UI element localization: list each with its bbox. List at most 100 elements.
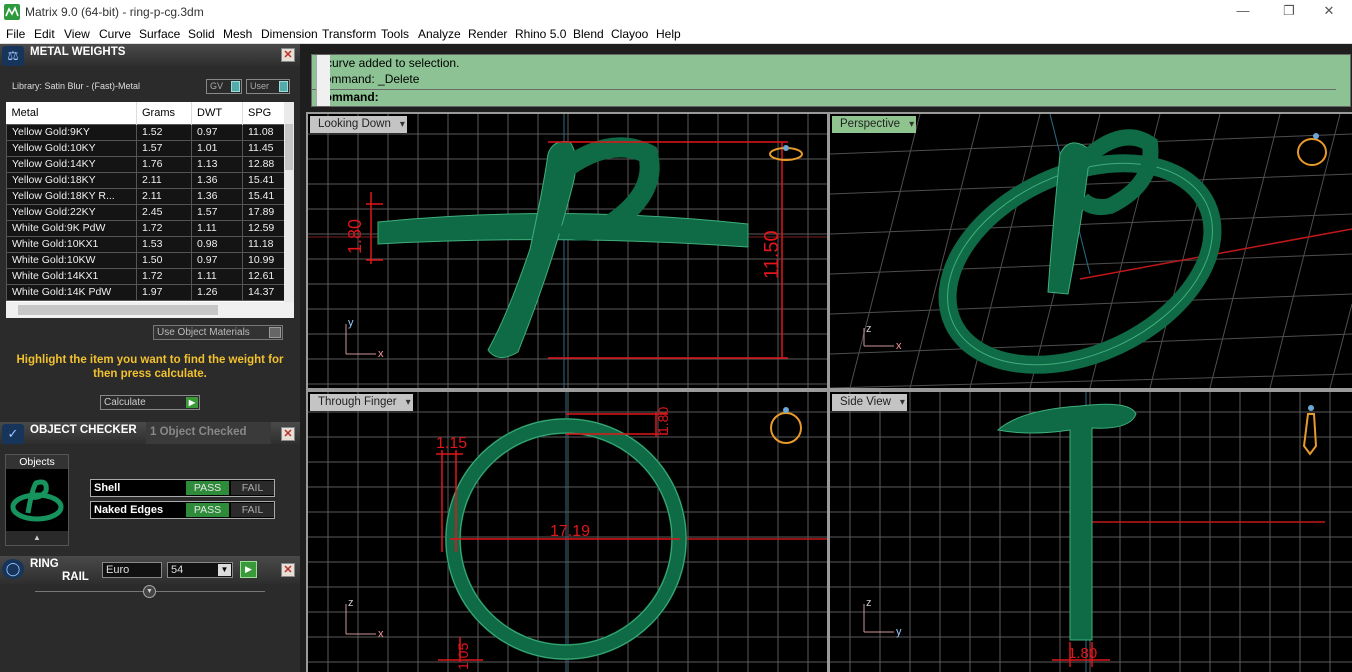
menu-file[interactable]: File (6, 27, 25, 41)
window-title: Matrix 9.0 (64-bit) - ring-p-cg.3dm (25, 5, 204, 19)
table-row[interactable]: Yellow Gold:18KY 2.11 1.36 15.41 (6, 171, 285, 189)
table-cell: 15.41 (242, 187, 285, 205)
ring-rail-slider-knob[interactable]: ▼ (143, 585, 156, 598)
ring-rail-title-1: RING (30, 558, 59, 570)
table-vertical-scrollbar[interactable] (284, 102, 294, 302)
column-header-grams[interactable]: Grams (136, 102, 192, 124)
table-row[interactable]: Yellow Gold:9KY 1.52 0.97 11.08 (6, 123, 285, 141)
matrix-app-icon (4, 4, 20, 20)
axis-indicator: yx (345, 317, 384, 360)
close-object-checker-icon[interactable]: ✕ (281, 427, 295, 441)
table-row[interactable]: White Gold:10KW 1.50 0.97 10.99 (6, 251, 285, 269)
table-cell: 1.76 (136, 155, 192, 173)
table-cell: 1.26 (191, 283, 243, 301)
menu-dimension[interactable]: Dimension (261, 27, 318, 41)
table-cell: Yellow Gold:14KY (6, 155, 137, 173)
shell-check: Shell PASS FAIL (90, 479, 275, 497)
menu-transform[interactable]: Transform (322, 27, 376, 41)
viewport-perspective[interactable]: zx Perspective (830, 114, 1352, 388)
svg-text:z: z (866, 597, 872, 609)
calculate-button[interactable]: Calculate ▶ (100, 395, 200, 410)
menu-blend[interactable]: Blend (573, 27, 604, 41)
ring-rail-title-2: RAIL (62, 571, 89, 583)
table-cell: 1.57 (191, 203, 243, 221)
user-toggle[interactable]: User (246, 79, 290, 94)
objects-label: Objects (6, 455, 68, 469)
table-cell: 1.53 (136, 235, 192, 253)
table-row[interactable]: White Gold:14K PdW 1.97 1.26 14.37 (6, 283, 285, 301)
expand-arrow-icon[interactable]: ▲ (6, 531, 68, 545)
column-header-dwt[interactable]: DWT (191, 102, 243, 124)
gv-label: GV (210, 81, 224, 91)
menu-surface[interactable]: Surface (139, 27, 180, 41)
menu-view[interactable]: View (64, 27, 90, 41)
ring-standard-field[interactable]: Euro (102, 562, 162, 578)
menu-help[interactable]: Help (656, 27, 681, 41)
close-ring-rail-icon[interactable]: ✕ (281, 563, 295, 577)
dimension-label: 1.05 (455, 643, 471, 670)
column-header-metal[interactable]: Metal (6, 102, 137, 124)
menu-solid[interactable]: Solid (188, 27, 215, 41)
table-cell: 15.41 (242, 171, 285, 189)
use-object-materials-label: Use Object Materials (157, 327, 250, 338)
table-cell: 12.59 (242, 219, 285, 237)
command-area[interactable]: 1 curve added to selection. Command: _De… (311, 54, 1351, 107)
menu-rhino[interactable]: Rhino 5.0 (515, 27, 566, 41)
axis-indicator: zx (345, 597, 384, 640)
table-cell: 1.11 (191, 267, 243, 285)
menu-clayoo[interactable]: Clayoo (611, 27, 648, 41)
ring-size-select[interactable]: 54 ▼ (167, 562, 233, 578)
viewport-tab-through-finger[interactable]: Through Finger (310, 394, 413, 411)
calculate-label: Calculate (104, 397, 146, 408)
table-row[interactable]: Yellow Gold:14KY 1.76 1.13 12.88 (6, 155, 285, 173)
objects-checked-status: 1 Object Checked (146, 422, 271, 444)
table-cell: 2.45 (136, 203, 192, 221)
table-row[interactable]: Yellow Gold:22KY 2.45 1.57 17.89 (6, 203, 285, 221)
command-scrollbar[interactable] (316, 55, 330, 106)
table-cell: 1.52 (136, 123, 192, 141)
menu-analyze[interactable]: Analyze (418, 27, 461, 41)
viewport-tab-looking-down[interactable]: Looking Down (310, 116, 407, 133)
objects-preview[interactable]: Objects ▲ (5, 454, 69, 546)
shell-fail-badge: FAIL (231, 481, 274, 495)
viewport-through-finger[interactable]: 17.19 1.15 1.80 1.05 zx Through Finger (308, 392, 827, 672)
use-object-materials-toggle[interactable]: Use Object Materials (153, 325, 283, 340)
ring-rail-go-button[interactable]: ▶ (240, 561, 257, 578)
close-metal-weights-icon[interactable]: ✕ (281, 48, 295, 62)
title-bar: Matrix 9.0 (64-bit) - ring-p-cg.3dm — ❐ … (0, 0, 1352, 24)
close-window-button[interactable]: ✕ (1306, 0, 1352, 22)
table-row[interactable]: White Gold:9K PdW 1.72 1.11 12.59 (6, 219, 285, 237)
metal-weights-table[interactable]: Metal Grams DWT SPG Yellow Gold:9KY 1.52 0… (6, 102, 294, 318)
table-horizontal-scrollbar[interactable] (6, 302, 294, 318)
svg-text:y: y (348, 317, 354, 329)
table-row[interactable]: Yellow Gold:10KY 1.57 1.01 11.45 (6, 139, 285, 157)
table-row[interactable]: White Gold:10KX1 1.53 0.98 11.18 (6, 235, 285, 253)
column-header-spg[interactable]: SPG (242, 102, 285, 124)
viewport-tab-side-view[interactable]: Side View (832, 394, 907, 411)
table-cell: 1.13 (191, 155, 243, 173)
menu-render[interactable]: Render (468, 27, 507, 41)
command-prompt[interactable]: Command: (312, 89, 1336, 106)
svg-text:y: y (896, 626, 902, 638)
table-row[interactable]: Yellow Gold:18KY R... 2.11 1.36 15.41 (6, 187, 285, 205)
dimension-lines (366, 141, 788, 359)
menu-edit[interactable]: Edit (34, 27, 55, 41)
viewport-looking-down[interactable]: 1.80 11.50 yx Looking Down (308, 114, 827, 388)
viewport-side-view[interactable]: 1.80 zy Side View (830, 392, 1352, 672)
table-row[interactable]: White Gold:14KX1 1.72 1.11 12.61 (6, 267, 285, 285)
table-cell: White Gold:14KX1 (6, 267, 137, 285)
viewport-tab-perspective[interactable]: Perspective (832, 116, 917, 133)
table-cell: Yellow Gold:9KY (6, 123, 137, 141)
menu-tools[interactable]: Tools (381, 27, 409, 41)
table-cell: 1.57 (136, 139, 192, 157)
menu-mesh[interactable]: Mesh (223, 27, 252, 41)
menu-curve[interactable]: Curve (99, 27, 131, 41)
table-cell: 11.08 (242, 123, 285, 141)
svg-text:z: z (866, 323, 872, 335)
gv-toggle[interactable]: GV (206, 79, 242, 94)
shell-label: Shell (94, 482, 121, 494)
ring-thumbnail (6, 469, 68, 531)
minimize-button[interactable]: — (1220, 0, 1266, 22)
menu-bar: File Edit View Curve Surface Solid Mesh … (0, 24, 1352, 44)
dimension-label: 11.50 (761, 230, 783, 279)
